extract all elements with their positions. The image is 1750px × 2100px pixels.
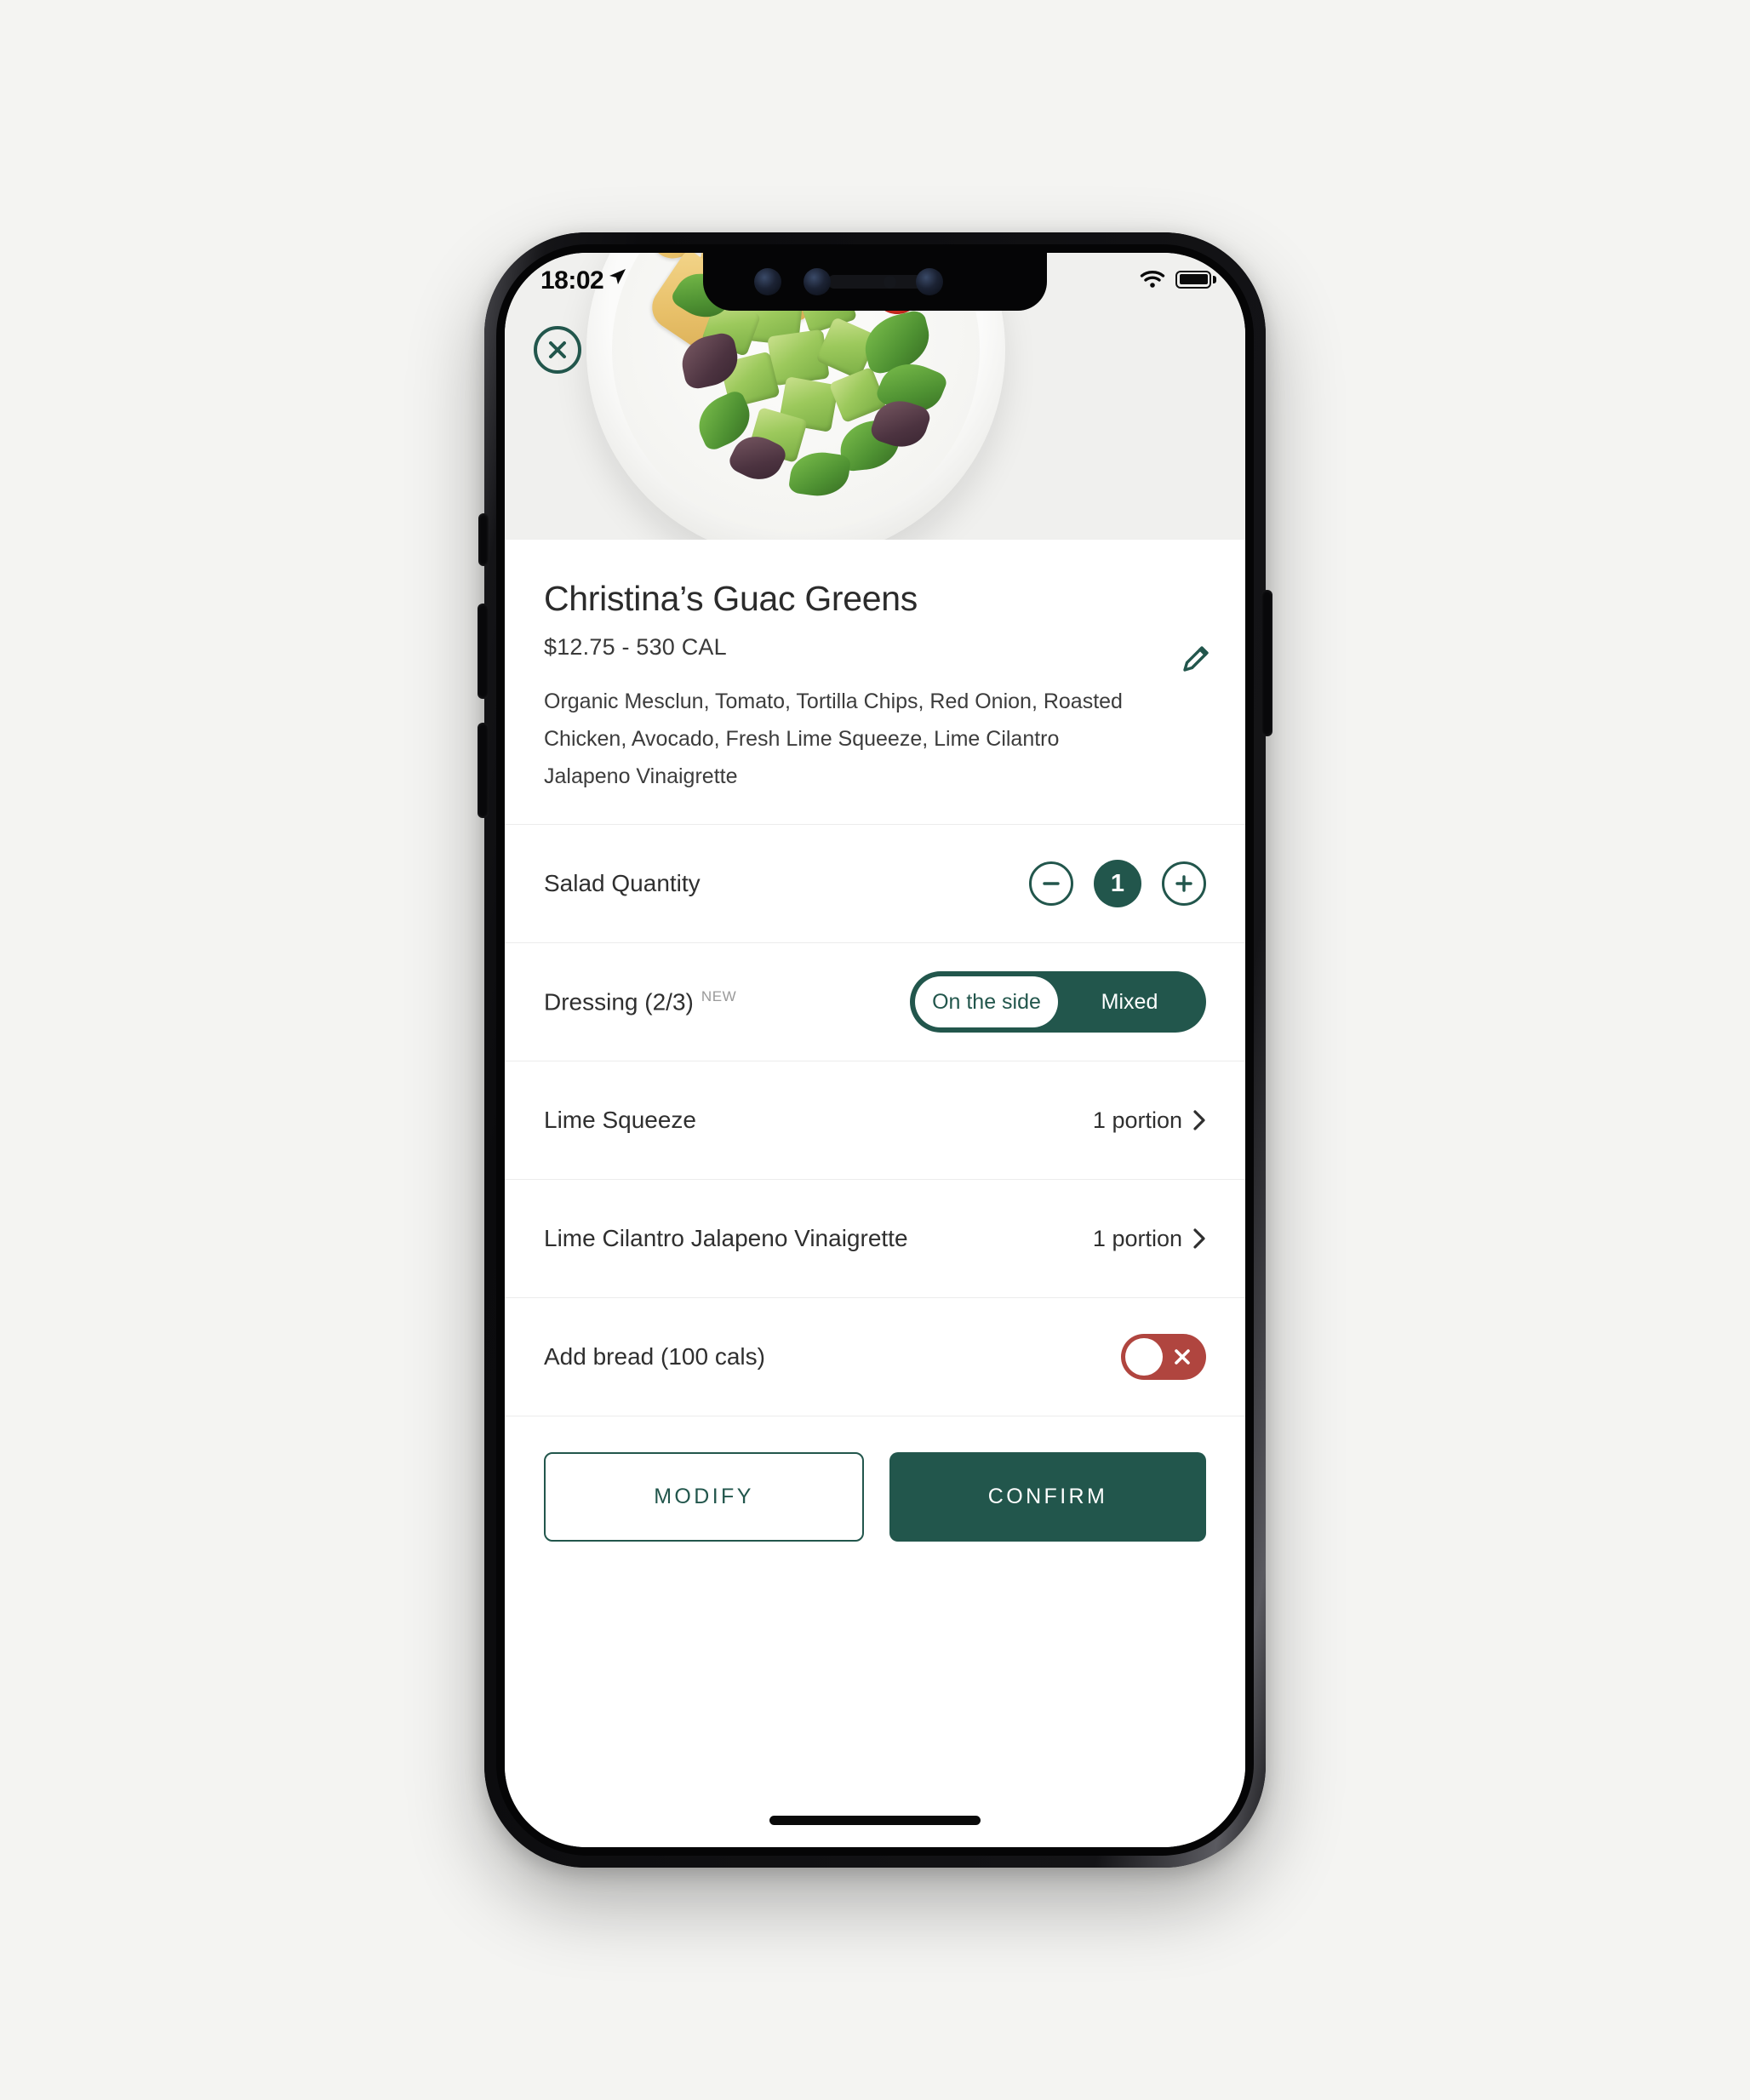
close-icon xyxy=(549,341,566,358)
increment-quantity-button[interactable] xyxy=(1162,861,1206,906)
status-bar: 18:02 xyxy=(505,253,1245,312)
pencil-icon xyxy=(1183,646,1209,672)
portion-row-lime-squeeze[interactable]: Lime Squeeze 1 portion xyxy=(505,1061,1245,1179)
dressing-label: Dressing (2/3) xyxy=(544,988,694,1016)
dressing-label-wrap: Dressing (2/3) NEW xyxy=(544,988,736,1016)
ingredients-description-wrap: Organic Mesclun, Tomato, Tortilla Chips,… xyxy=(544,683,1206,790)
price-calories-label: $12.75 - 530 CAL xyxy=(544,634,727,660)
battery-full-icon xyxy=(1175,270,1216,289)
dressing-option-mixed[interactable]: Mixed xyxy=(1058,976,1201,1027)
portion-label: Lime Cilantro Jalapeno Vinaigrette xyxy=(544,1225,908,1251)
power-button[interactable] xyxy=(1261,590,1272,736)
item-detail-card: Christina’s Guac Greens $12.75 - 530 CAL… xyxy=(505,540,1245,1847)
toggle-knob xyxy=(1125,1338,1163,1376)
dressing-option-on-the-side[interactable]: On the side xyxy=(915,976,1058,1027)
portion-label: Lime Squeeze xyxy=(544,1107,697,1133)
chevron-right-icon xyxy=(1193,1110,1205,1130)
salad-quantity-row: Salad Quantity 1 xyxy=(505,825,1245,942)
portion-value-wrap[interactable]: 1 portion xyxy=(1093,1226,1206,1252)
chevron-right-icon xyxy=(1193,1228,1205,1249)
ingredients-description: Organic Mesclun, Tomato, Tortilla Chips,… xyxy=(544,690,1123,788)
decrement-quantity-button[interactable] xyxy=(1029,861,1073,906)
portion-value: 1 portion xyxy=(1092,1225,1182,1251)
add-bread-row: Add bread (100 cals) xyxy=(505,1298,1245,1416)
phone-device-frame: 18:02 Christina’s Guac Greens $12.75 - 5… xyxy=(478,232,1272,1868)
dressing-row: Dressing (2/3) NEW On the side Mixed xyxy=(505,943,1245,1061)
portion-value-wrap[interactable]: 1 portion xyxy=(1093,1107,1206,1134)
status-bar-clock: 18:02 xyxy=(540,266,604,295)
phone-screen: 18:02 Christina’s Guac Greens $12.75 - 5… xyxy=(505,253,1245,1847)
new-badge: NEW xyxy=(701,987,737,1004)
confirm-button[interactable]: CONFIRM xyxy=(889,1452,1206,1542)
dressing-segmented-control[interactable]: On the side Mixed xyxy=(910,971,1206,1033)
salad-quantity-label: Salad Quantity xyxy=(544,870,701,896)
minus-icon xyxy=(1043,882,1060,885)
wifi-icon xyxy=(1140,270,1165,288)
location-arrow-icon xyxy=(607,266,627,291)
quantity-value: 1 xyxy=(1094,860,1141,907)
page-title: Christina’s Guac Greens xyxy=(544,579,918,618)
mute-switch-button[interactable] xyxy=(478,513,489,566)
action-button-bar: MODIFY CONFIRM xyxy=(505,1416,1245,1542)
screenshot-canvas: 18:02 Christina’s Guac Greens $12.75 - 5… xyxy=(0,0,1750,2100)
close-x-icon xyxy=(1163,1348,1202,1366)
item-info-section: Christina’s Guac Greens $12.75 - 530 CAL… xyxy=(505,540,1245,790)
portion-value: 1 portion xyxy=(1092,1107,1182,1133)
home-indicator[interactable] xyxy=(769,1816,981,1825)
add-bread-toggle[interactable] xyxy=(1121,1334,1206,1380)
quantity-stepper: 1 xyxy=(1029,860,1206,907)
edit-ingredients-button[interactable] xyxy=(1175,638,1216,679)
volume-down-button[interactable] xyxy=(478,723,489,818)
add-bread-label: Add bread (100 cals) xyxy=(544,1343,765,1370)
volume-up-button[interactable] xyxy=(478,604,489,699)
plus-icon xyxy=(1175,875,1192,892)
status-bar-indicators xyxy=(1140,270,1216,289)
modify-button[interactable]: MODIFY xyxy=(544,1452,864,1542)
portion-row-vinaigrette[interactable]: Lime Cilantro Jalapeno Vinaigrette 1 por… xyxy=(505,1180,1245,1297)
close-button[interactable] xyxy=(534,326,581,374)
